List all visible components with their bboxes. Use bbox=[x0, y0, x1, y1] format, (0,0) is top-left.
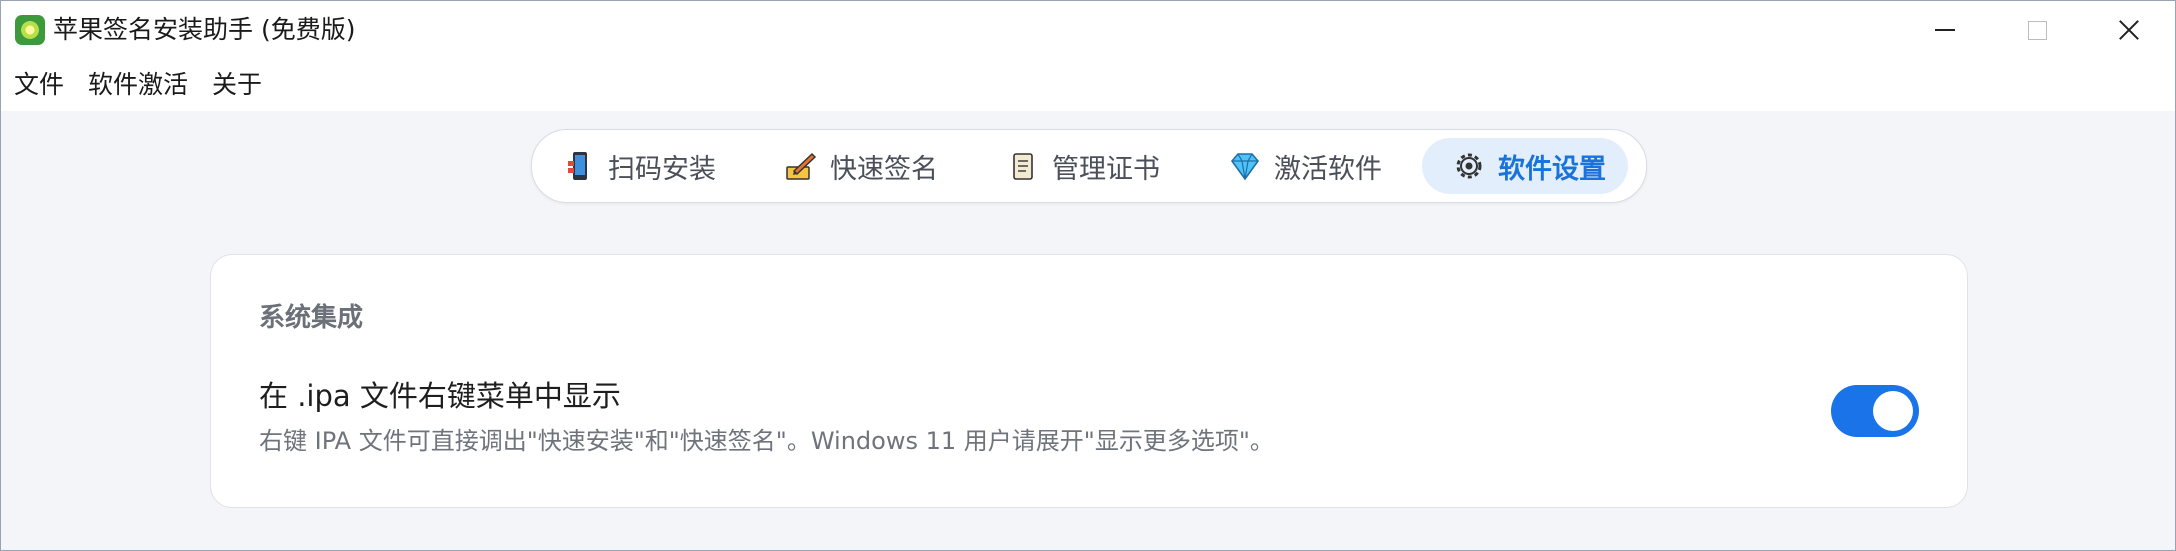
phone-icon bbox=[568, 152, 587, 180]
menu-file[interactable]: 文件 bbox=[1, 68, 76, 102]
scroll-icon bbox=[1013, 153, 1033, 180]
section-title: 系统集成 bbox=[259, 303, 364, 333]
pen-sign-icon bbox=[786, 152, 817, 180]
tab-label: 管理证书 bbox=[1052, 153, 1160, 185]
tab-bar: 扫码安装 快速签名 管理证书 激活软件 软件设置 bbox=[531, 129, 1647, 203]
minimize-button[interactable] bbox=[1899, 1, 1991, 59]
close-button[interactable] bbox=[2083, 1, 2175, 59]
tab-quick-sign[interactable]: 快速签名 bbox=[754, 138, 960, 194]
tab-label: 快速签名 bbox=[830, 153, 938, 185]
tab-activate-software[interactable]: 激活软件 bbox=[1198, 138, 1404, 194]
tab-label: 激活软件 bbox=[1274, 153, 1382, 185]
app-window: 苹果签名安装助手 (免费版) 文件 软件激活 关于 扫码安装 快速签名 管理证书… bbox=[0, 0, 2176, 551]
maximize-button[interactable] bbox=[1991, 1, 2083, 59]
context-menu-option-description: 右键 IPA 文件可直接调出"快速安装"和"快速签名"。Windows 11 用… bbox=[259, 427, 1274, 455]
context-menu-option-title: 在 .ipa 文件右键菜单中显示 bbox=[259, 379, 621, 413]
window-title: 苹果签名安装助手 (免费版) bbox=[53, 15, 356, 44]
menu-activate[interactable]: 软件激活 bbox=[76, 68, 200, 102]
context-menu-toggle[interactable] bbox=[1831, 385, 1919, 437]
minimize-icon bbox=[1935, 29, 1955, 31]
tab-manage-certs[interactable]: 管理证书 bbox=[976, 138, 1182, 194]
menu-bar: 文件 软件激活 关于 bbox=[1, 59, 2175, 111]
menu-about[interactable]: 关于 bbox=[200, 68, 274, 102]
toggle-knob bbox=[1873, 391, 1913, 431]
tab-label: 软件设置 bbox=[1498, 153, 1606, 185]
tab-software-settings[interactable]: 软件设置 bbox=[1422, 138, 1628, 194]
gear-icon bbox=[1456, 153, 1482, 179]
settings-card: 系统集成 在 .ipa 文件右键菜单中显示 右键 IPA 文件可直接调出"快速安… bbox=[210, 254, 1968, 508]
title-bar: 苹果签名安装助手 (免费版) bbox=[1, 1, 2175, 59]
app-logo-icon bbox=[15, 15, 45, 45]
tab-label: 扫码安装 bbox=[608, 153, 716, 185]
maximize-icon bbox=[2027, 20, 2047, 40]
tab-scan-install[interactable]: 扫码安装 bbox=[532, 138, 738, 194]
diamond-icon bbox=[1230, 153, 1260, 181]
close-icon bbox=[2118, 19, 2140, 41]
